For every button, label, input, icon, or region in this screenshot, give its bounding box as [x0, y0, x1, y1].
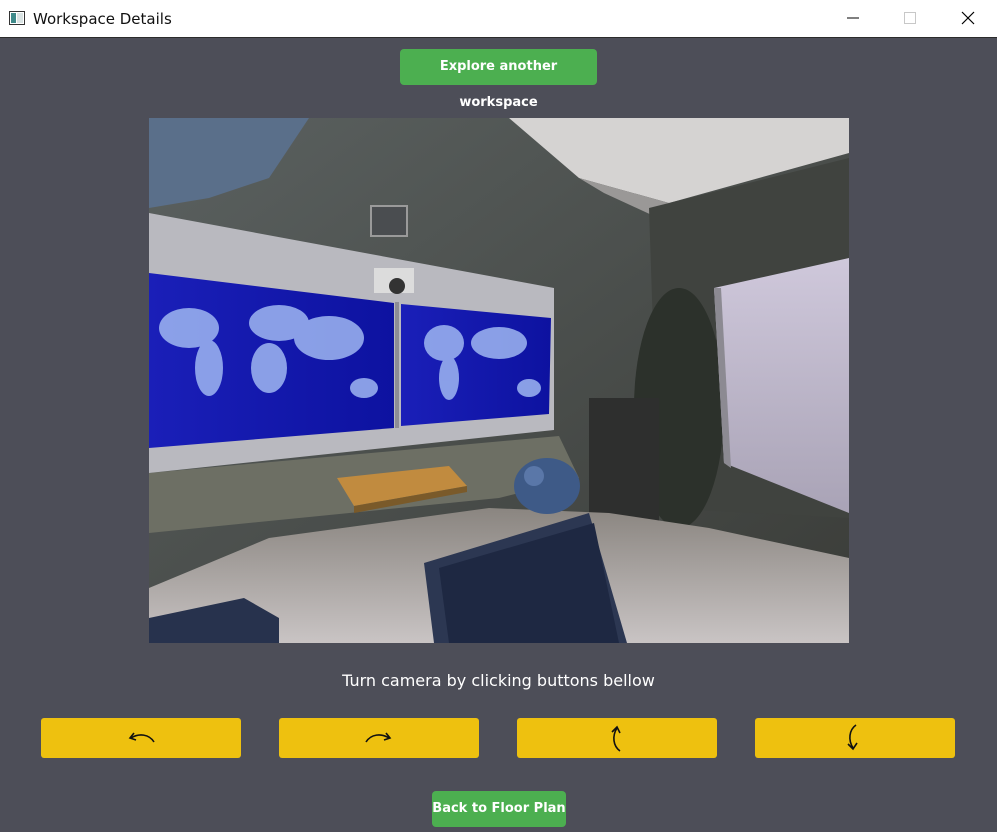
turn-down-button[interactable] — [755, 718, 955, 758]
rotate-up-icon — [611, 725, 621, 752]
turn-right-button[interactable] — [279, 718, 479, 758]
app-icon — [9, 11, 25, 25]
minimize-icon — [847, 17, 859, 19]
rotate-right-icon — [365, 732, 392, 743]
maximize-icon — [904, 12, 916, 24]
window-title: Workspace Details — [33, 10, 172, 28]
close-button[interactable] — [939, 0, 997, 37]
minimize-button[interactable] — [824, 0, 882, 37]
camera-view-image — [149, 118, 849, 643]
rotate-down-icon — [847, 724, 858, 751]
explore-another-workspace-button[interactable]: Explore another workspace — [400, 49, 597, 110]
close-icon — [961, 11, 975, 25]
back-to-floor-plan-button[interactable]: Back to Floor Plan — [432, 791, 566, 827]
rotate-left-icon — [128, 732, 155, 743]
turn-up-button[interactable] — [517, 718, 717, 758]
maximize-button[interactable] — [881, 0, 939, 37]
window-titlebar: Workspace Details — [0, 0, 997, 38]
instruction-text: Turn camera by clicking buttons bellow — [342, 671, 655, 690]
turn-left-button[interactable] — [41, 718, 241, 758]
